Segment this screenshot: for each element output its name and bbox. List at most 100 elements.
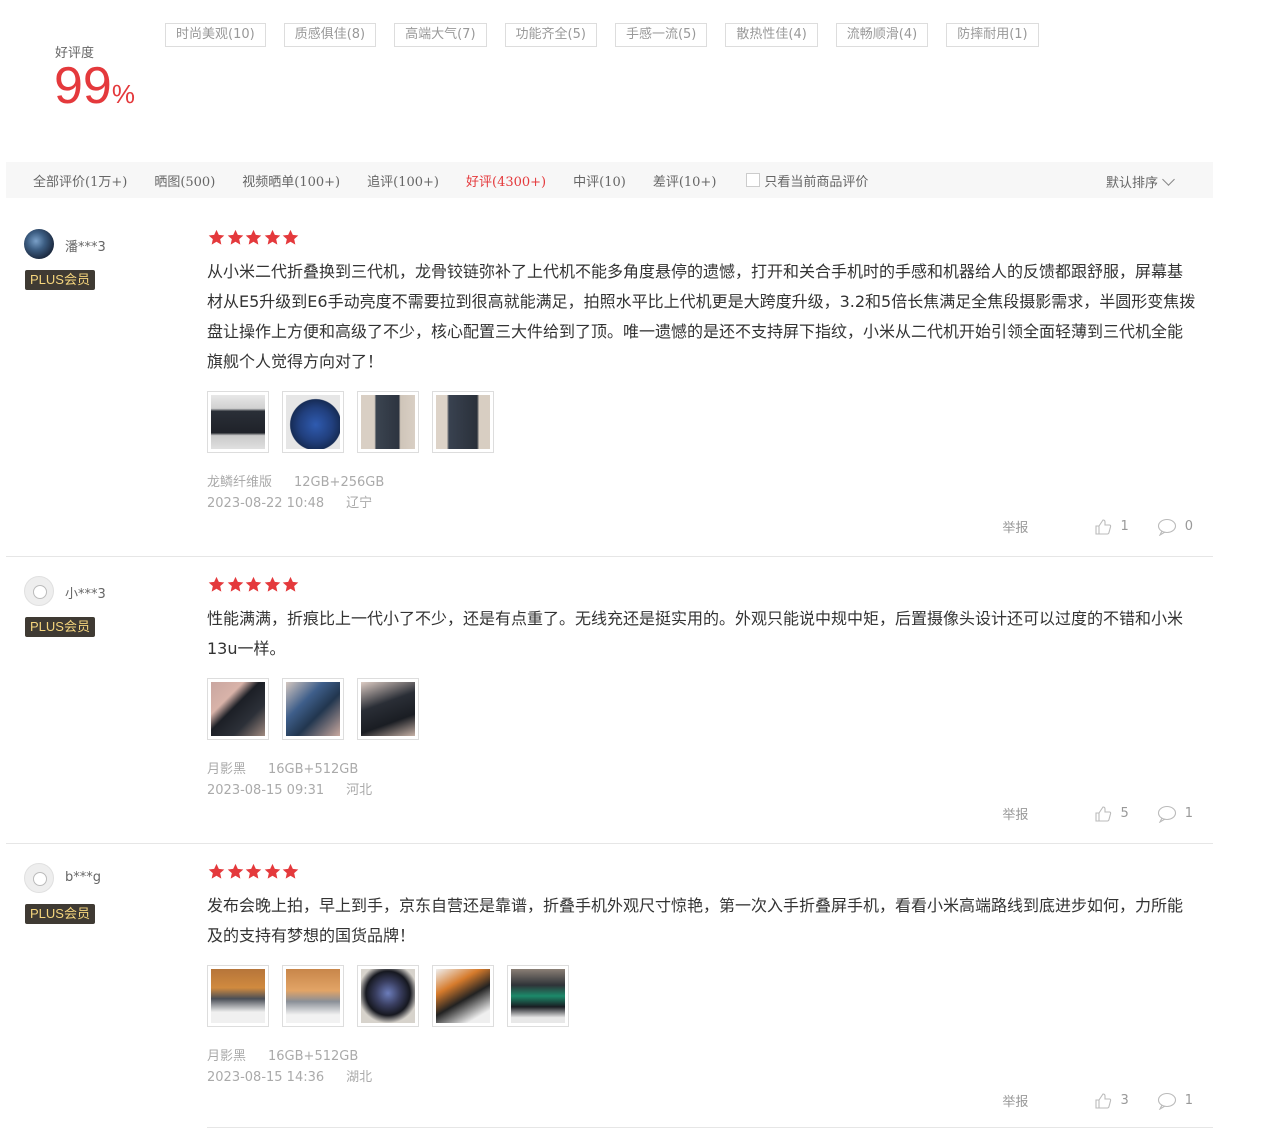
review-item: 小***3 PLUS会员 性能满满，折痕比上一代小了不少，还是有点重了。无线充还… <box>6 576 1213 844</box>
product-spec: 16GB+512GB <box>268 1049 359 1064</box>
reply-button[interactable]: 0 <box>1157 518 1193 536</box>
like-count: 5 <box>1120 806 1129 821</box>
avatar[interactable] <box>24 229 54 259</box>
review-image-thumb[interactable] <box>432 965 494 1027</box>
review-meta: 龙鳞纤维版 12GB+256GB 2023-08-22 10:48 辽宁 <box>207 472 406 514</box>
review-content: 从小米二代折叠换到三代机，龙骨铰链弥补了上代机不能多角度悬停的遗憾，打开和关合手… <box>207 262 1196 371</box>
impression-tag[interactable]: 功能齐全(5) <box>504 23 597 47</box>
impression-tag[interactable]: 时尚美观(10) <box>165 23 266 47</box>
star-icon <box>282 576 299 592</box>
photo-image <box>361 969 415 1023</box>
review-username: b***g <box>65 870 102 885</box>
impression-tag[interactable]: 质感俱佳(8) <box>283 23 377 47</box>
product-spec: 12GB+256GB <box>294 475 385 490</box>
product-color: 龙鳞纤维版 <box>207 475 273 490</box>
like-count: 1 <box>1120 519 1129 534</box>
star-icon <box>245 229 262 245</box>
like-count: 3 <box>1120 1093 1129 1108</box>
review-region: 河北 <box>346 783 373 798</box>
tab-neutral[interactable]: 中评(10) <box>573 171 626 190</box>
photo-image <box>286 395 340 449</box>
star-rating <box>207 863 300 880</box>
photo-image <box>361 682 415 736</box>
tab-photos[interactable]: 晒图(500) <box>154 171 215 190</box>
review-image-thumb[interactable] <box>207 965 269 1027</box>
review-image-thumb[interactable] <box>282 965 344 1027</box>
photo-image <box>436 969 490 1023</box>
tab-follow-up[interactable]: 追评(100+) <box>367 171 439 190</box>
review-image-thumb[interactable] <box>432 391 494 453</box>
photo-image <box>211 969 265 1023</box>
impression-tag[interactable]: 流畅顺滑(4) <box>835 23 929 47</box>
star-icon <box>282 863 299 879</box>
star-icon <box>245 576 262 592</box>
review-image-thumb[interactable] <box>357 678 419 740</box>
review-image-thumb[interactable] <box>207 391 269 453</box>
review-image-thumb[interactable] <box>207 678 269 740</box>
impression-tag[interactable]: 防摔耐用(1) <box>946 23 1039 47</box>
photo-image <box>211 682 265 736</box>
tab-negative[interactable]: 差评(10+) <box>653 171 717 190</box>
avatar[interactable] <box>24 863 54 893</box>
only-current-checkbox[interactable] <box>746 173 761 187</box>
review-meta: 月影黑 16GB+512GB 2023-08-15 14:36 湖北 <box>207 1046 394 1088</box>
impression-tag[interactable]: 高端大气(7) <box>394 23 487 47</box>
impression-tag[interactable]: 散热性佳(4) <box>725 23 818 47</box>
review-image-thumb[interactable] <box>282 678 344 740</box>
review-images <box>207 678 432 740</box>
sort-dropdown[interactable]: 默认排序 <box>1105 172 1175 191</box>
reply-button[interactable]: 1 <box>1157 805 1193 823</box>
review-date: 2023-08-22 10:48 <box>207 496 325 511</box>
star-rating <box>207 576 300 593</box>
review-images <box>207 965 582 1027</box>
only-current-product-toggle[interactable]: 只看当前商品评价 <box>746 171 868 190</box>
review-actions: 举报 5 1 <box>1002 804 1193 823</box>
like-button[interactable]: 1 <box>1094 518 1129 536</box>
review-image-thumb[interactable] <box>357 391 419 453</box>
star-icon <box>282 229 299 245</box>
only-current-label: 只看当前商品评价 <box>764 174 869 190</box>
tab-all-reviews[interactable]: 全部评价(1万+) <box>33 171 127 190</box>
rating-number: 99 <box>54 57 112 115</box>
review-image-thumb[interactable] <box>357 965 419 1027</box>
photo-image <box>361 395 415 449</box>
impression-tags: 时尚美观(10) 质感俱佳(8) 高端大气(7) 功能齐全(5) 手感一流(5)… <box>165 23 1057 47</box>
review-images <box>207 391 507 453</box>
review-content: 发布会晚上拍，早上到手，京东自营还是靠谱，折叠手机外观尺寸惊艳，第一次入手折叠屏… <box>207 896 1184 945</box>
avatar[interactable] <box>24 576 54 606</box>
report-link[interactable]: 举报 <box>1002 804 1028 823</box>
star-icon <box>208 863 225 879</box>
star-icon <box>227 576 243 592</box>
tab-positive[interactable]: 好评(4300+) <box>466 171 546 190</box>
plus-member-badge: PLUS会员 <box>25 270 95 290</box>
plus-member-badge: PLUS会员 <box>25 617 95 637</box>
impression-tag[interactable]: 手感一流(5) <box>614 23 708 47</box>
product-color: 月影黑 <box>207 762 247 777</box>
review-date: 2023-08-15 14:36 <box>207 1070 325 1085</box>
star-icon <box>264 863 280 879</box>
star-icon <box>245 863 262 879</box>
tab-video-reviews[interactable]: 视频晒单(100+) <box>242 171 340 190</box>
like-button[interactable]: 3 <box>1094 1092 1129 1110</box>
star-icon <box>264 576 280 592</box>
like-button[interactable]: 5 <box>1094 805 1129 823</box>
report-link[interactable]: 举报 <box>1002 1091 1028 1110</box>
review-image-thumb[interactable] <box>507 965 569 1027</box>
review-image-thumb[interactable] <box>282 391 344 453</box>
report-link[interactable]: 举报 <box>1002 517 1028 536</box>
reply-button[interactable]: 1 <box>1157 1092 1193 1110</box>
review-username: 小***3 <box>65 587 106 602</box>
review-content: 性能满满，折痕比上一代小了不少，还是有点重了。无线充还是挺实用的。外观只能说中规… <box>207 609 1184 658</box>
rating-value: 99% <box>54 60 135 112</box>
review-meta: 月影黑 16GB+512GB 2023-08-15 09:31 河北 <box>207 759 394 801</box>
plus-member-badge: PLUS会员 <box>25 904 95 924</box>
review-item: 潘***3 PLUS会员 从小米二代折叠换到三代机，龙骨铰链弥补了上代机不能多角… <box>6 229 1213 557</box>
divider <box>207 1127 1213 1128</box>
sort-label: 默认排序 <box>1105 176 1158 191</box>
chevron-down-icon <box>1162 172 1175 186</box>
photo-image <box>286 969 340 1023</box>
review-region: 湖北 <box>346 1070 373 1085</box>
comment-icon <box>1157 1092 1176 1110</box>
review-actions: 举报 3 1 <box>1002 1091 1193 1110</box>
review-date: 2023-08-15 09:31 <box>207 783 325 798</box>
